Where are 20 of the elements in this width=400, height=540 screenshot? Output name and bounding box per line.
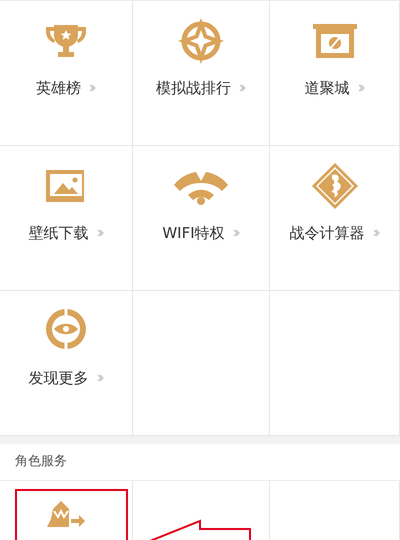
chevron-right-icon <box>96 229 104 238</box>
grid-item-link[interactable]: 发现更多 <box>28 367 104 390</box>
chevron-right-icon <box>358 84 364 92</box>
shop-icon <box>312 24 356 58</box>
compass-star-icon <box>178 18 224 64</box>
chevron-right-icon <box>96 374 104 382</box>
section-title: 角色服务 <box>15 453 67 472</box>
image-icon <box>46 170 86 202</box>
chevron-right-icon <box>372 229 380 238</box>
chevron-right-icon <box>232 229 240 238</box>
grid-item-link[interactable]: 道聚城 <box>304 77 364 100</box>
grid-item-link[interactable]: 英雄榜 <box>36 77 96 100</box>
chevron-right-icon <box>89 84 96 92</box>
grid-item-link[interactable]: WIFI特权 <box>162 222 240 244</box>
trophy-icon <box>44 23 88 59</box>
diamond-dragon-icon <box>312 163 358 209</box>
grid-item-link[interactable]: 战令计算器 <box>290 222 380 244</box>
chevron-right-icon <box>239 84 246 92</box>
grid-item-link[interactable]: 壁纸下载 <box>28 222 104 244</box>
grid-item-link[interactable]: 模拟战排行 <box>156 77 246 100</box>
